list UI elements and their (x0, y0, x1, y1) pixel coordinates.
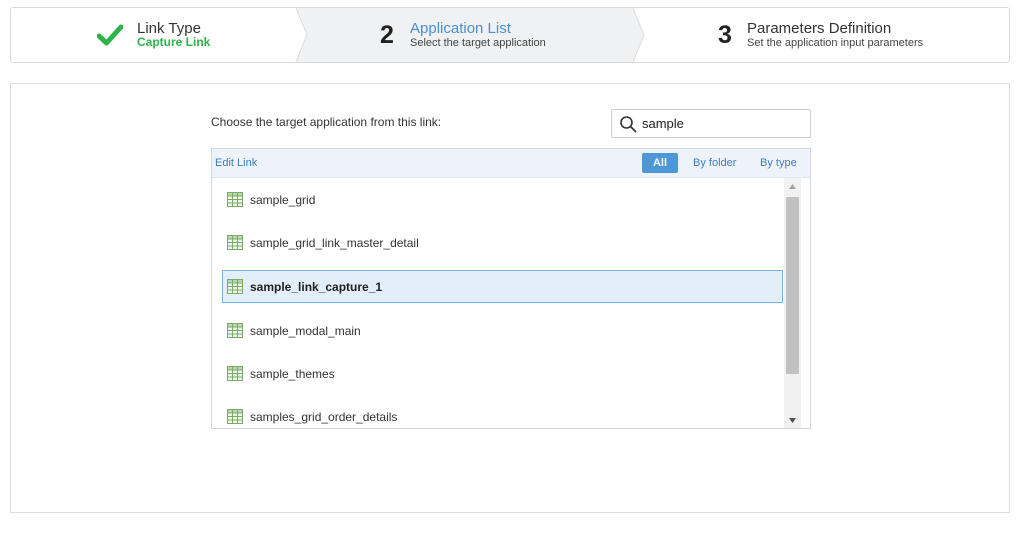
wizard-step-link-type[interactable]: Link Type Capture Link (11, 8, 295, 62)
grid-icon (227, 192, 243, 207)
main-panel: Choose the target application from this … (10, 83, 1010, 513)
wizard-step-application-list[interactable]: 2 Application List Select the target app… (295, 8, 632, 62)
list-item[interactable]: samples_grid_order_details (222, 400, 783, 428)
grid-icon (227, 409, 243, 424)
search-icon (620, 116, 637, 133)
search-input[interactable] (642, 113, 806, 134)
filter-all-button[interactable]: All (642, 153, 678, 173)
step-title: Parameters Definition (747, 20, 892, 37)
step-subtitle: Set the application input parameters (747, 37, 924, 49)
list-item[interactable]: sample_grid_link_master_detail (222, 226, 783, 259)
wizard-steps: Link Type Capture Link 2 Application Lis… (10, 7, 1010, 63)
filter-by-type-button[interactable]: By type (760, 157, 797, 169)
list-item[interactable]: sample_modal_main (222, 314, 783, 347)
search-box[interactable] (611, 109, 811, 138)
list-item-label: sample_link_capture_1 (250, 280, 383, 294)
list-items: sample_grid sample_grid_link_master_deta… (212, 178, 784, 428)
grid-icon (227, 279, 243, 294)
scroll-down-arrow-icon[interactable] (784, 412, 801, 429)
step-number: 2 (380, 21, 394, 49)
list-item-label: sample_grid_link_master_detail (250, 236, 419, 250)
checkmark-icon (97, 24, 123, 46)
list-item[interactable]: sample_themes (222, 357, 783, 390)
wizard-step-parameters-definition[interactable]: 3 Parameters Definition Set the applicat… (632, 8, 1009, 62)
grid-icon (227, 366, 243, 381)
step-subtitle: Capture Link (137, 35, 211, 49)
grid-icon (227, 235, 243, 250)
step-title: Application List (410, 20, 511, 37)
step-subtitle: Select the target application (410, 37, 546, 49)
step-divider (632, 8, 648, 62)
grid-icon (227, 323, 243, 338)
list-item-label: samples_grid_order_details (250, 410, 398, 424)
scroll-thumb[interactable] (786, 197, 799, 374)
list-item-label: sample_grid (250, 193, 316, 207)
filter-by-folder-button[interactable]: By folder (693, 157, 736, 169)
step-divider (295, 8, 311, 62)
scroll-up-arrow-icon[interactable] (784, 178, 801, 195)
list-item-label: sample_themes (250, 367, 335, 381)
list-header: Edit Link All By folder By type (212, 149, 810, 178)
list-item-label: sample_modal_main (250, 324, 361, 338)
instruction-label: Choose the target application from this … (211, 115, 442, 129)
application-list: Edit Link All By folder By type sample_g… (211, 148, 811, 429)
list-scrollbar[interactable] (784, 178, 801, 429)
list-item-selected[interactable]: sample_link_capture_1 (222, 270, 783, 303)
edit-link[interactable]: Edit Link (215, 157, 257, 169)
list-item[interactable]: sample_grid (222, 183, 783, 216)
step-number: 3 (718, 21, 732, 49)
